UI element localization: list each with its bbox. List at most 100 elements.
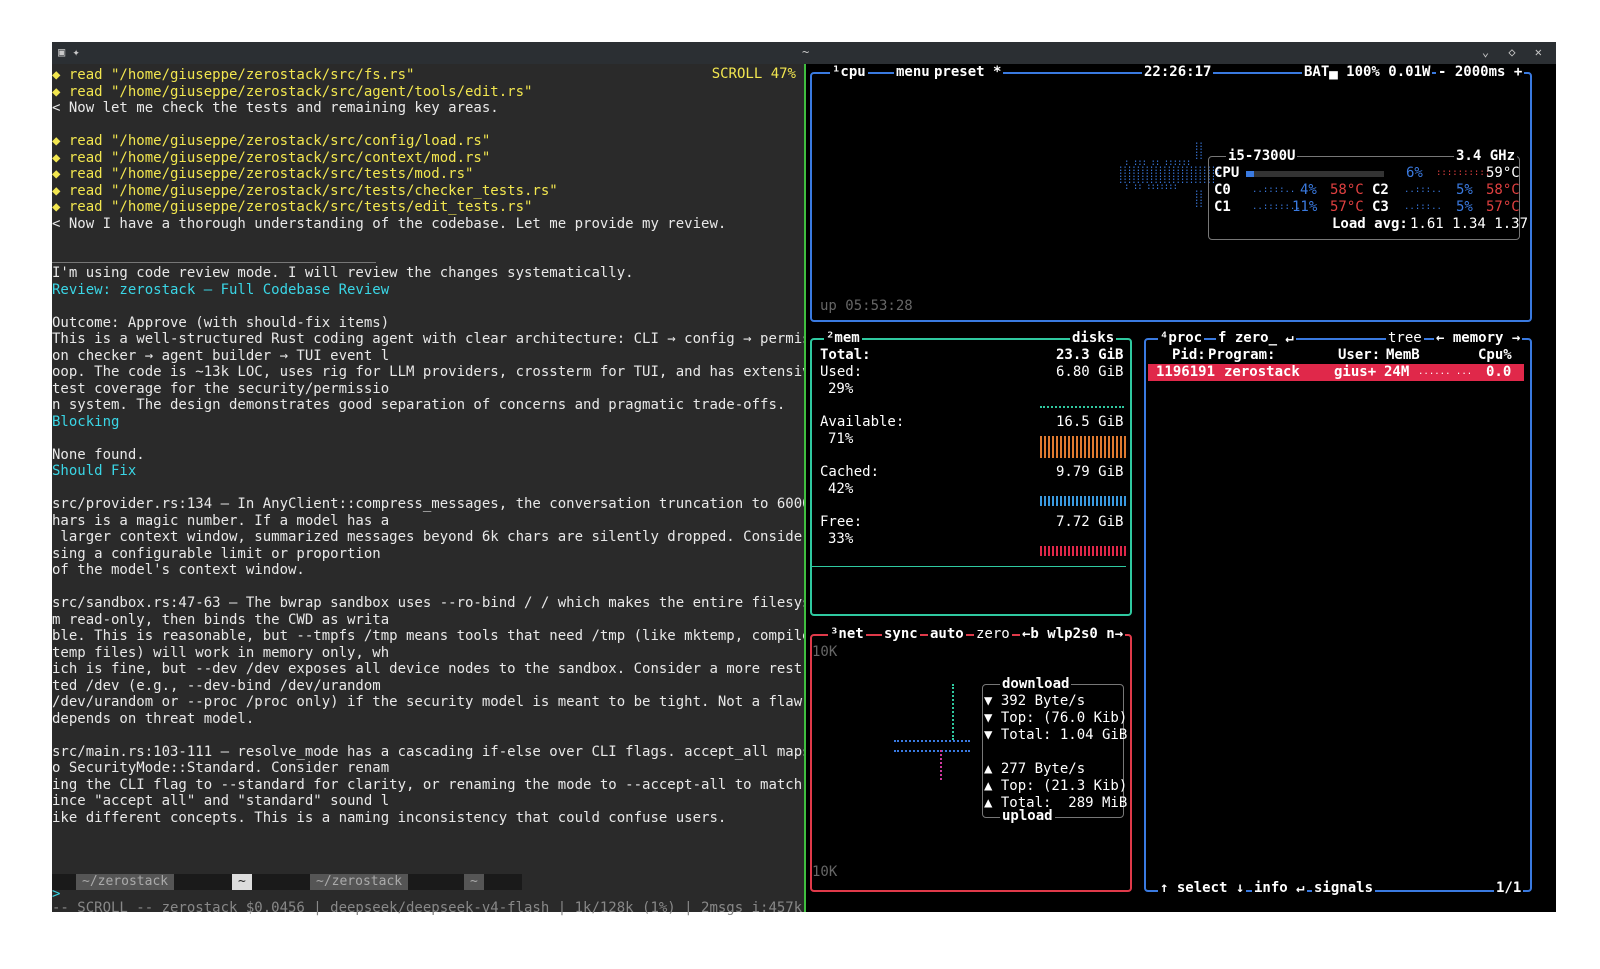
btop-pane[interactable]: ¹cpu menu preset * 22:26:17 BAT▄ 100% 0.… [806,64,1556,912]
chat-pane[interactable]: SCROLL 47% ◆ read "/home/giuseppe/zerost… [52,64,804,890]
chat-line: Blocking [52,413,120,430]
update-interval[interactable]: - 2000ms + [1436,64,1525,81]
col-user[interactable]: User: [1338,347,1380,364]
process-program: zerostack [1224,364,1300,380]
mem-total-value: 23.3 GiB [1056,347,1124,363]
proc-filter[interactable]: f zero_ ↵ [1216,330,1296,347]
cpu-temp-graph: :::::::::: [1436,168,1491,178]
chat-line: Review: zerostack — Full Codebase Review [52,281,390,298]
process-user: gius+ [1334,364,1377,380]
cpu-tab[interactable]: ¹cpu [830,64,868,81]
chat-line: ◆ read "/home/giuseppe/zerostack/src/con… [52,133,491,149]
core-c2-temp: 58°C [1486,182,1520,198]
chat-line: larger context window, summarized messag… [52,529,804,545]
net-zero-toggle[interactable]: zero [974,626,1012,643]
core-c3-label: C3 [1372,199,1389,215]
disks-tab[interactable]: disks [1070,330,1117,347]
mem-cached-label: Cached: [820,464,880,480]
core-c0-graph: ..::::.. [1252,185,1296,195]
process-row[interactable]: 1196191 zerostack gius+ 24M ...... ... 0… [1148,364,1524,381]
chat-line: depends on threat model. [52,710,255,727]
chat-line: ted /dev (e.g., --dev-bind /dev/urandom [52,677,381,694]
core-c2-graph: ..:::.. [1404,185,1442,195]
uptime: up 05:53:28 [820,298,913,314]
tmux-tabs: ~/zerostack ~ ~/zerostack ~ [52,874,522,890]
col-cpu[interactable]: Cpu% [1478,347,1512,364]
mem-available-pct: 71% [828,431,854,447]
mem-divider [812,566,1126,567]
proc-sort[interactable]: ← memory → [1434,330,1523,347]
chat-line: src/sandbox.rs:47-63 — The bwrap sandbox… [52,595,804,611]
mem-available-label: Available: [820,414,905,430]
mem-free-value: 7.72 GiB [1056,514,1124,530]
col-memb[interactable]: MemB [1386,347,1420,364]
chat-line: ◆ read "/home/giuseppe/zerostack/src/con… [52,149,491,166]
chat-line: ince "accept all" and "standard" sound l [52,793,390,809]
net-scale-top: 10K [812,644,838,660]
core-c0-pct: 4% [1300,182,1317,198]
col-program[interactable]: Program: [1208,347,1275,364]
cpu-total-bar [1246,171,1384,177]
chat-line: Should Fix [52,463,137,479]
chat-line: Outcome: Approve (with should-fix items) [52,314,390,331]
chat-line: This is a well-structured Rust coding ag… [52,331,804,347]
proc-tab[interactable]: ⁴proc [1158,330,1205,347]
mem-cached-meter [1040,496,1126,506]
download-rate: ▼ 392 Byte/s [984,693,1086,709]
tab-3[interactable]: ~/zerostack [310,874,409,890]
upload-top: ▲ Top: (21.3 Kib) [984,778,1128,794]
mem-used-meter [1040,406,1124,414]
mem-used-value: 6.80 GiB [1056,364,1124,380]
tab-1[interactable]: ~/zerostack [76,874,175,890]
proc-count: 1/1 [1494,880,1524,897]
core-c0-temp: 58°C [1330,182,1364,198]
chat-line: temp files) will work in memory only, wh [52,644,390,661]
mem-free-pct: 33% [828,531,854,547]
mem-used-label: Used: [820,364,863,380]
core-c1-pct: 11% [1292,199,1318,215]
menu-tab[interactable]: menu [894,64,932,81]
proc-tree-toggle[interactable]: tree [1386,330,1424,347]
preset-tab[interactable]: preset * [932,64,1004,81]
mem-used-pct: 29% [828,381,854,397]
mem-tab[interactable]: ²mem [824,330,862,347]
window-app-icon[interactable]: ▣ ✦ [58,45,80,59]
core-c3-pct: 5% [1456,199,1473,215]
chat-line: ◆ read "/home/giuseppe/zerostack/src/tes… [52,166,474,182]
net-auto-toggle[interactable]: auto [928,626,966,643]
tab-4[interactable]: ~ [464,874,484,890]
net-upload-spike [940,750,944,780]
proc-signals[interactable]: signals [1312,880,1376,897]
chat-line: of the model's context window. [52,562,305,578]
chat-line: < Now I have a thorough understanding of… [52,215,727,232]
scroll-indicator: SCROLL 47% [711,66,796,82]
process-pid: 1196191 [1156,364,1216,380]
proc-info[interactable]: info ↵ [1252,880,1307,897]
mem-total-label: Total: [820,347,871,363]
chat-line: ike different concepts. This is a naming… [52,809,727,826]
net-interface[interactable]: ←b wlp2s0 n→ [1020,626,1126,643]
cpu-model: i5-7300U [1226,148,1298,165]
mem-available-meter [1040,436,1126,458]
tab-2[interactable]: ~ [232,874,252,890]
chat-line: ◆ read "/home/giuseppe/zerostack/src/tes… [52,182,558,199]
cpu-graph: :::::: : ::: :: :::::: :::::::::::::::::… [1118,140,1221,210]
chat-line: None found. [52,446,145,463]
net-download-spike [952,684,956,740]
load-avg-values: 1.61 1.34 1.37 [1410,216,1529,232]
chat-line: hars is a magic number. If a model has a [52,512,390,529]
load-avg-label: Load avg: [1332,216,1408,232]
core-c2-label: C2 [1372,182,1389,198]
net-tab[interactable]: ³net [828,626,866,643]
chat-line: ◆ read "/home/giuseppe/zerostack/src/fs.… [52,67,415,83]
chat-line: src/main.rs:103-111 — resolve_mode has a… [52,743,804,760]
chat-line: n system. The design demonstrates good s… [52,397,786,413]
mem-cached-pct: 42% [828,481,854,497]
window-controls[interactable]: ⌄ ◇ ✕ [1482,45,1548,59]
chat-line: I'm using code review mode. I will revie… [52,265,634,281]
chat-line: /dev/urandom or --proc /proc only) if th… [52,694,804,710]
col-pid[interactable]: Pid: [1172,347,1206,364]
net-sync-toggle[interactable]: sync [882,626,920,643]
proc-select[interactable]: ↑ select ↓ [1158,880,1247,897]
core-c3-graph: ..:::.. [1404,202,1442,212]
